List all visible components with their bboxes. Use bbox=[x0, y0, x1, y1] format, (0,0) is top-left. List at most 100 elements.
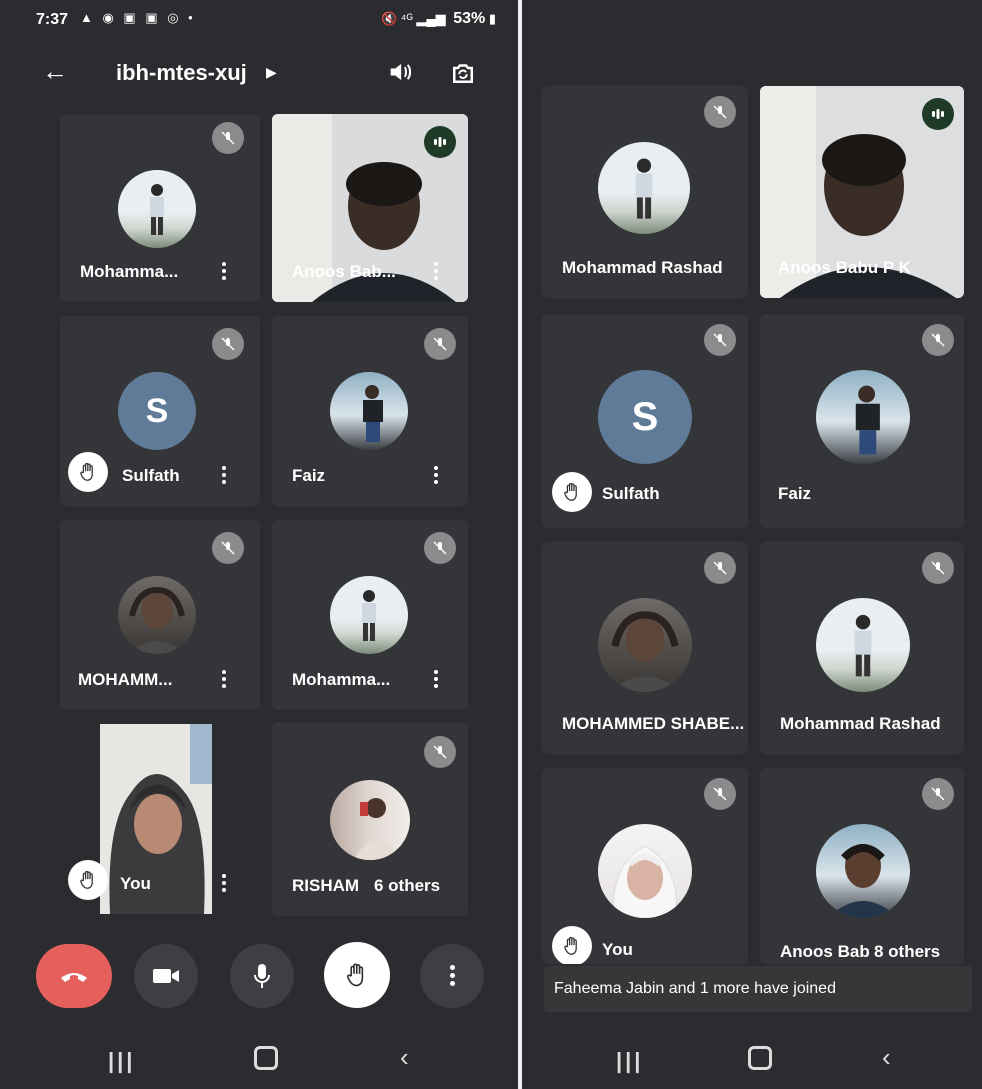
raise-hand-icon bbox=[68, 860, 108, 900]
more-vert-icon[interactable] bbox=[220, 872, 228, 894]
mic-off-icon bbox=[212, 532, 244, 564]
participant-name: MOHAMMED SHABE... bbox=[562, 714, 745, 733]
mic-off-icon bbox=[424, 328, 456, 360]
participant-video-tile[interactable]: Anoos Babu P K bbox=[760, 86, 964, 298]
recents-icon[interactable]: ||| bbox=[616, 1048, 643, 1074]
nav-back-icon[interactable]: ‹ bbox=[400, 1042, 409, 1073]
participant-tile[interactable]: Mohamma... bbox=[60, 114, 260, 302]
right-phone-screen: Mohammad Rashad Anoos Babu P K S Sulfath… bbox=[522, 0, 982, 1089]
participant-name: MOHAMM... bbox=[78, 670, 173, 689]
mic-off-icon bbox=[922, 778, 954, 810]
raise-hand-icon bbox=[68, 452, 108, 492]
participant-avatar bbox=[330, 372, 408, 450]
home-icon[interactable] bbox=[254, 1046, 278, 1070]
status-time: 7:37 bbox=[36, 11, 69, 28]
camera-switch-icon[interactable] bbox=[448, 58, 478, 88]
recents-icon[interactable]: ||| bbox=[108, 1048, 135, 1074]
participant-avatar bbox=[118, 170, 196, 248]
more-vert-icon[interactable] bbox=[432, 668, 440, 690]
avatar-letter: S bbox=[598, 370, 692, 464]
participant-avatar bbox=[330, 780, 410, 860]
self-tile[interactable]: You bbox=[542, 768, 748, 964]
end-call-icon bbox=[61, 973, 87, 982]
participant-tile[interactable]: S Sulfath bbox=[60, 316, 260, 506]
participant-tile[interactable]: Mohammad Rashad bbox=[760, 542, 964, 754]
nav-back-icon[interactable]: ‹ bbox=[882, 1042, 891, 1073]
mic-toggle-button[interactable] bbox=[230, 944, 294, 1008]
participant-name: Anoos Babu P K bbox=[778, 258, 911, 277]
mic-off-icon bbox=[922, 552, 954, 584]
android-nav-bar: ||| ‹ bbox=[522, 1030, 982, 1089]
raise-hand-icon bbox=[552, 472, 592, 512]
battery-percent: 53% bbox=[453, 10, 486, 27]
raise-hand-button[interactable] bbox=[324, 942, 390, 1008]
participant-name: Anoos Bab... bbox=[292, 262, 396, 281]
mic-off-icon bbox=[212, 122, 244, 154]
more-vert-icon[interactable] bbox=[432, 464, 440, 486]
mic-off-icon bbox=[704, 778, 736, 810]
participant-name: Sulfath bbox=[602, 484, 660, 503]
mic-off-icon bbox=[704, 552, 736, 584]
more-vert-icon[interactable] bbox=[220, 668, 228, 690]
participant-tile[interactable]: MOHAMMED SHABE... bbox=[542, 542, 748, 754]
speaking-indicator-icon bbox=[922, 98, 954, 130]
participant-avatar bbox=[598, 824, 692, 918]
avatar-letter: S bbox=[118, 372, 196, 450]
speaker-icon[interactable] bbox=[386, 58, 414, 86]
participant-avatar bbox=[816, 598, 910, 692]
participant-tile[interactable]: Anoos Bab 8 others bbox=[760, 768, 964, 964]
speaking-indicator-icon bbox=[424, 126, 456, 158]
participant-avatar bbox=[598, 142, 690, 234]
android-nav-bar: ||| ‹ bbox=[0, 1030, 518, 1089]
participant-tile[interactable]: RISHAM 6 others bbox=[272, 722, 468, 916]
video-icon bbox=[153, 969, 179, 983]
self-tile[interactable]: You bbox=[60, 722, 260, 916]
participant-name: Anoos Bab bbox=[780, 942, 870, 961]
participant-tile[interactable]: Mohammad Rashad bbox=[542, 86, 748, 298]
mic-off-icon bbox=[922, 324, 954, 356]
more-vert-icon[interactable] bbox=[220, 260, 228, 282]
others-count[interactable]: 8 others bbox=[870, 942, 945, 962]
participant-name: Sulfath bbox=[122, 466, 180, 485]
participant-avatar bbox=[598, 598, 692, 692]
participant-tile[interactable]: S Sulfath bbox=[542, 314, 748, 528]
more-options-button[interactable] bbox=[420, 944, 484, 1008]
participant-name: Mohamma... bbox=[292, 670, 391, 689]
meeting-code[interactable]: ibh-mtes-xuj bbox=[116, 60, 247, 86]
meeting-header: ← ibh-mtes-xuj ▶ bbox=[0, 52, 518, 96]
participant-avatar bbox=[816, 370, 910, 464]
join-notification: Faheema Jabin and 1 more have joined bbox=[544, 966, 972, 1012]
mic-off-icon bbox=[704, 96, 736, 128]
participant-avatar bbox=[816, 824, 910, 918]
others-count[interactable]: 6 others bbox=[370, 876, 445, 896]
more-vert-icon bbox=[449, 963, 455, 989]
mic-off-icon bbox=[424, 736, 456, 768]
participant-name: Faiz bbox=[292, 466, 326, 485]
more-vert-icon[interactable] bbox=[220, 464, 228, 486]
participant-name: RISHAM bbox=[292, 876, 360, 895]
self-video bbox=[100, 724, 212, 914]
participant-name: You bbox=[120, 874, 151, 893]
end-call-button[interactable] bbox=[36, 944, 112, 1008]
home-icon[interactable] bbox=[748, 1046, 772, 1070]
participant-name: You bbox=[602, 940, 633, 959]
participant-tile[interactable]: Faiz bbox=[760, 314, 964, 528]
more-vert-icon[interactable] bbox=[432, 260, 440, 282]
participant-tile[interactable]: Mohamma... bbox=[272, 520, 468, 710]
participant-tile[interactable]: Faiz bbox=[272, 316, 468, 506]
participant-tile[interactable]: MOHAMM... bbox=[60, 520, 260, 710]
raise-hand-icon bbox=[346, 963, 364, 987]
chevron-right-icon[interactable]: ▶ bbox=[266, 64, 277, 81]
mic-off-icon bbox=[424, 532, 456, 564]
back-arrow-icon[interactable]: ← bbox=[42, 56, 68, 87]
system-status-icons: 🔇 ⁴ᴳ ▂▄▆ 53% ▮ bbox=[380, 10, 496, 27]
participant-video-tile[interactable]: Anoos Bab... bbox=[272, 114, 468, 302]
participant-name: Mohamma... bbox=[80, 262, 179, 281]
camera-toggle-button[interactable] bbox=[134, 944, 198, 1008]
mic-off-icon bbox=[212, 328, 244, 360]
participant-name: Faiz bbox=[778, 484, 812, 503]
mic-off-icon bbox=[704, 324, 736, 356]
left-phone-screen: 7:37 ▲ ◉ ▣ ▣ ◎ • 🔇 ⁴ᴳ ▂▄▆ 53% ▮ ← ibh-mt… bbox=[0, 0, 518, 1089]
notification-icons: ▲ ◉ ▣ ▣ ◎ • bbox=[80, 10, 196, 25]
participant-avatar bbox=[118, 576, 196, 654]
